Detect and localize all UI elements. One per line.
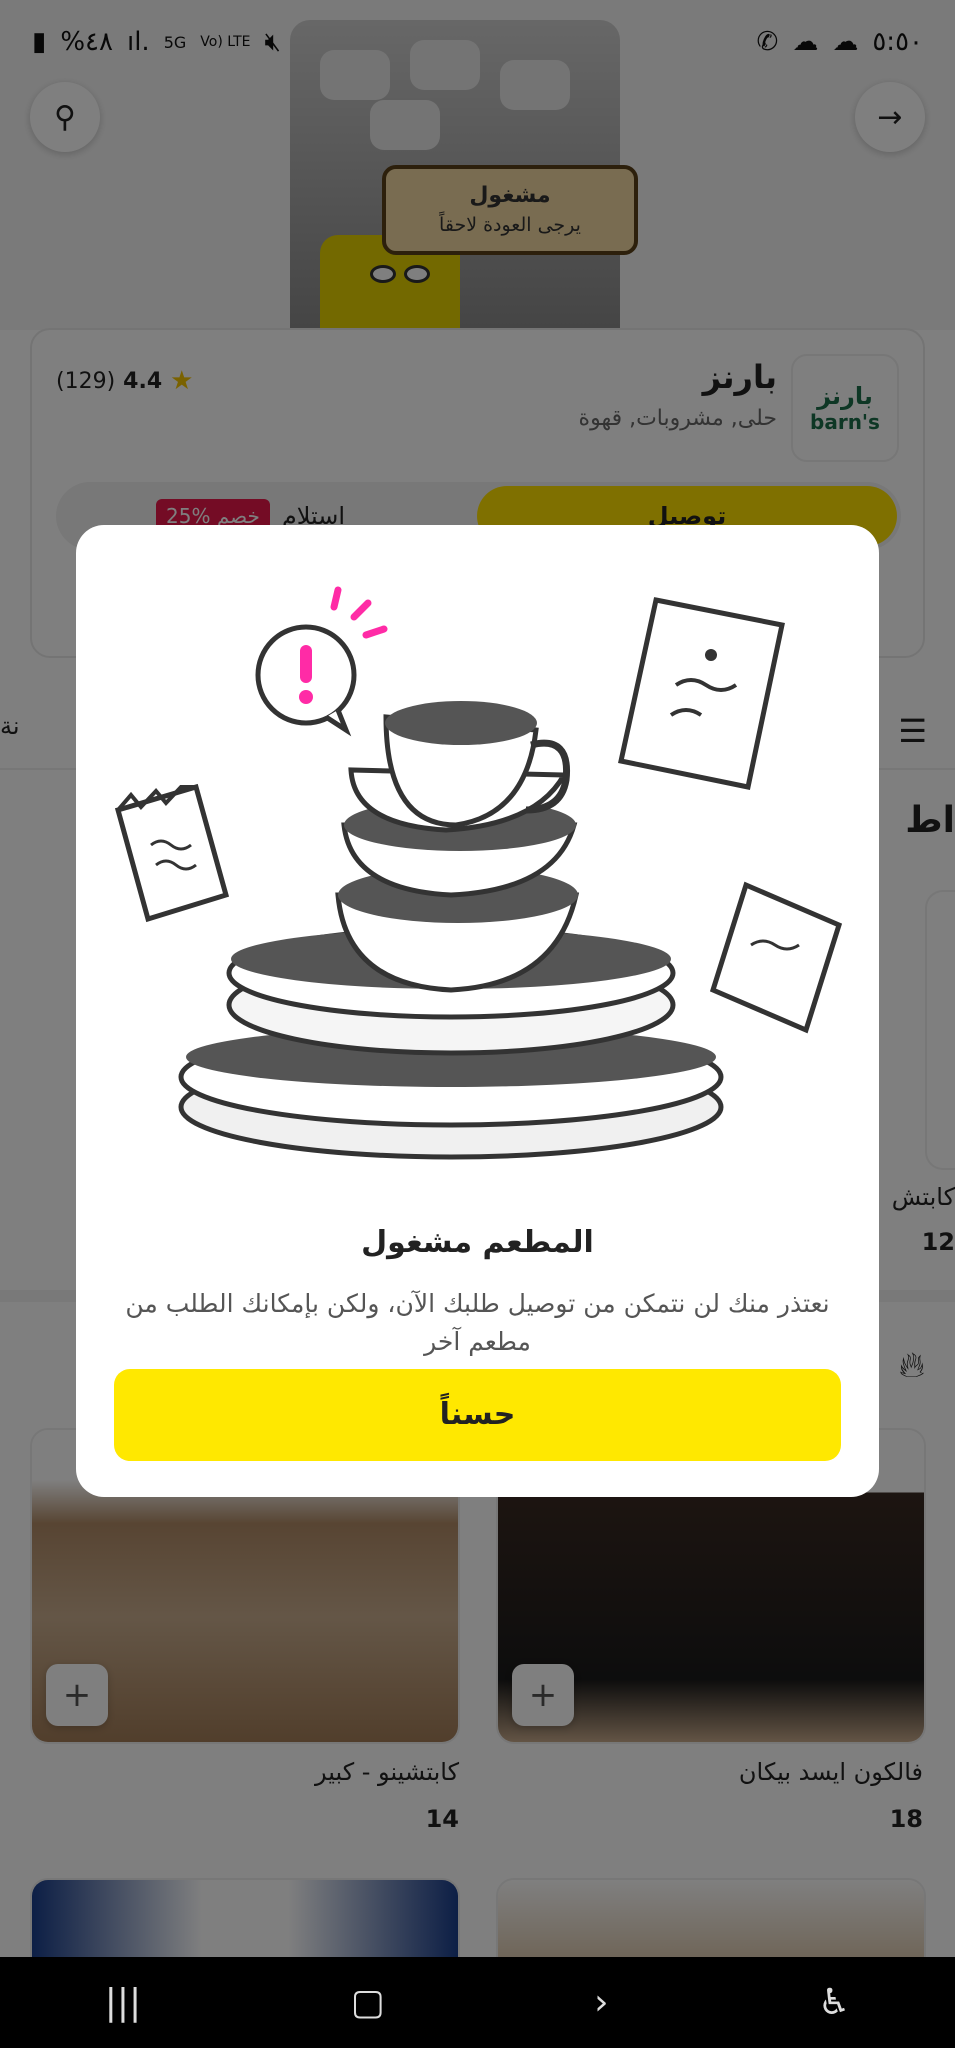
dialog-title: المطعم مشغول: [361, 1225, 594, 1260]
coffee-cup: [383, 701, 571, 828]
dishes-illustration: [114, 586, 843, 1160]
ok-button[interactable]: حسناً: [114, 1369, 841, 1461]
accessibility-icon[interactable]: ♿︎: [818, 1982, 850, 2023]
restaurant-busy-dialog: المطعم مشغول نعتذر منك لن نتمكن من توصيل…: [76, 525, 879, 1497]
alert-bubble-icon: [255, 586, 388, 737]
receipt-left: [114, 783, 230, 923]
system-nav-bar: ||| ▢ › ♿︎: [0, 1957, 955, 2048]
recent-apps-icon[interactable]: |||: [105, 1982, 141, 2023]
receipt-small: [709, 881, 843, 1034]
home-icon[interactable]: ▢: [351, 1982, 385, 2023]
receipt-right: [618, 597, 785, 790]
back-icon[interactable]: ›: [594, 1982, 608, 2023]
dialog-message: نعتذر منك لن نتمكن من توصيل طلبك الآن، و…: [125, 1289, 830, 1356]
